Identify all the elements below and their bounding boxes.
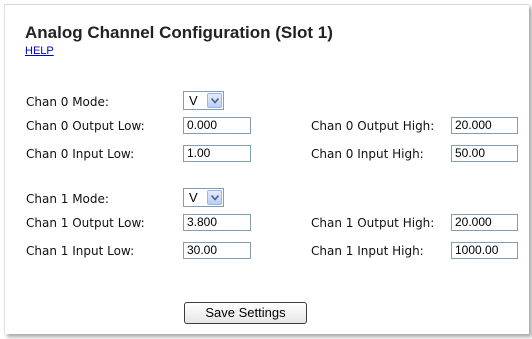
chan0-input-high-label: Chan 0 Input High: bbox=[311, 147, 424, 161]
chan0-output-high-label: Chan 0 Output High: bbox=[311, 119, 435, 133]
chan1-output-high-label: Chan 1 Output High: bbox=[311, 216, 435, 230]
chevron-down-icon[interactable] bbox=[207, 190, 222, 205]
chan0-input-low-label: Chan 0 Input Low: bbox=[26, 147, 135, 161]
chan1-mode-label: Chan 1 Mode: bbox=[26, 192, 109, 206]
chan1-output-low-input[interactable]: 3.800 bbox=[183, 214, 251, 231]
chan1-mode-select[interactable]: V bbox=[183, 188, 224, 207]
chan1-input-low-input[interactable]: 30.00 bbox=[183, 242, 251, 259]
chan1-output-high-input[interactable]: 20.000 bbox=[451, 214, 518, 231]
chan1-input-low-label: Chan 1 Input Low: bbox=[26, 244, 135, 258]
help-link[interactable]: HELP bbox=[25, 45, 54, 57]
chan0-input-low-input[interactable]: 1.00 bbox=[183, 145, 251, 162]
chan0-mode-value: V bbox=[189, 93, 198, 108]
chan0-output-low-label: Chan 0 Output Low: bbox=[26, 119, 145, 133]
chan1-output-low-label: Chan 1 Output Low: bbox=[26, 216, 145, 230]
chan1-input-high-input[interactable]: 1000.00 bbox=[451, 242, 518, 259]
chan1-input-high-label: Chan 1 Input High: bbox=[311, 244, 424, 258]
chan0-mode-label: Chan 0 Mode: bbox=[26, 95, 109, 109]
chan0-output-low-input[interactable]: 0.000 bbox=[183, 117, 251, 134]
save-settings-button[interactable]: Save Settings bbox=[184, 302, 307, 324]
chevron-down-icon[interactable] bbox=[207, 93, 222, 108]
config-panel: Analog Channel Configuration (Slot 1) HE… bbox=[4, 4, 529, 334]
chan1-mode-value: V bbox=[189, 190, 198, 205]
chan0-input-high-input[interactable]: 50.00 bbox=[451, 145, 518, 162]
chan0-mode-select[interactable]: V bbox=[183, 91, 224, 110]
chan0-output-high-input[interactable]: 20.000 bbox=[451, 117, 518, 134]
page-title: Analog Channel Configuration (Slot 1) bbox=[25, 23, 333, 42]
